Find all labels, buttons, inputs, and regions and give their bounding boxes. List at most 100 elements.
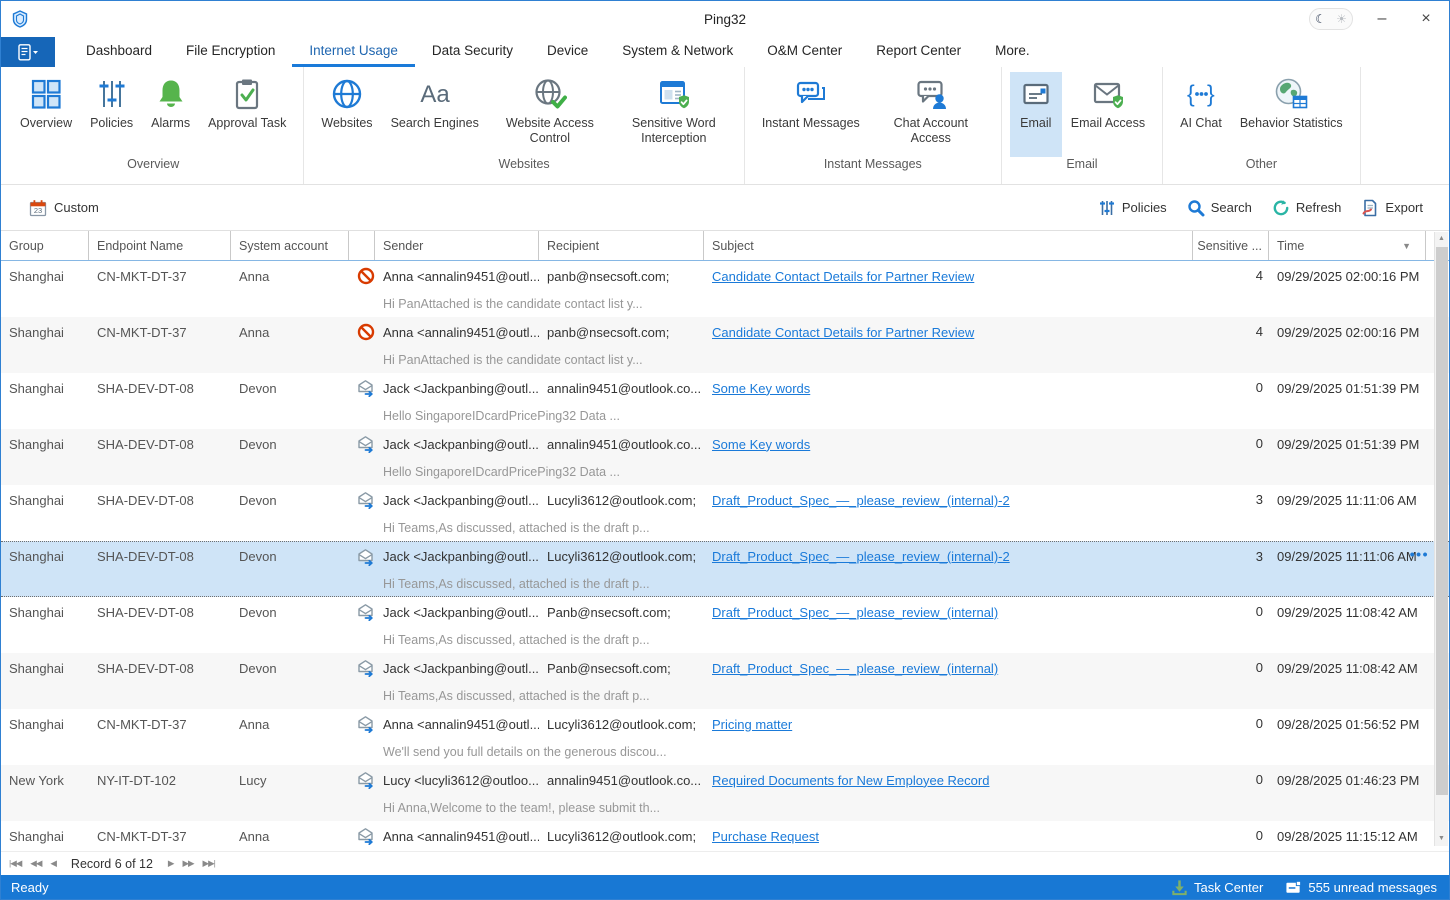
ribbon-button-chat-account-access[interactable]: Chat Account Access — [869, 72, 993, 157]
cell-recipient: Panb@nsecsoft.com; — [539, 597, 704, 627]
vertical-scrollbar[interactable]: ▲ ▼ — [1434, 232, 1448, 846]
tab-data-security[interactable]: Data Security — [415, 37, 530, 67]
table-row[interactable]: Shanghai SHA-DEV-DT-08 Devon Jack <Jackp… — [1, 373, 1449, 429]
cell-group: Shanghai — [1, 653, 89, 683]
ribbon-button-websites[interactable]: Websites — [312, 72, 381, 157]
subject-link[interactable]: Candidate Contact Details for Partner Re… — [712, 269, 974, 284]
cell-system-account: Devon — [231, 429, 349, 459]
column-header-time[interactable]: Time ▼ — [1269, 231, 1426, 260]
table-row[interactable]: Shanghai SHA-DEV-DT-08 Devon Jack <Jackp… — [1, 429, 1449, 485]
tab-report-center[interactable]: Report Center — [859, 37, 978, 67]
toolbar-button-label: Search — [1211, 200, 1252, 215]
ribbon-button-behavior-statistics[interactable]: Behavior Statistics — [1231, 72, 1352, 157]
column-header-group[interactable]: Group — [1, 231, 89, 260]
ribbon-button-label: Sensitive Word Interception — [621, 116, 727, 147]
minimize-button[interactable]: – — [1367, 4, 1397, 34]
column-header-sensitive[interactable]: Sensitive ... — [1193, 231, 1269, 260]
cell-time: 09/29/2025 02:00:16 PM — [1269, 261, 1426, 291]
ribbon-button-website-access-control[interactable]: Website Access Control — [488, 72, 612, 157]
next-record-button[interactable]: ▶ — [168, 858, 174, 869]
magnifier-icon — [1187, 199, 1205, 217]
tab-internet-usage[interactable]: Internet Usage — [292, 37, 415, 67]
moon-icon[interactable]: ☾ — [1315, 12, 1326, 26]
ribbon-button-approval-task[interactable]: Approval Task — [199, 72, 295, 157]
cell-sender: Anna <annalin9451@outl... — [375, 821, 539, 851]
refresh-button[interactable]: Refresh — [1272, 199, 1342, 217]
sent-mail-icon — [349, 429, 375, 459]
column-header-recipient[interactable]: Recipient — [539, 231, 704, 260]
scrollbar-down-icon[interactable]: ▼ — [1435, 832, 1448, 846]
ribbon-button-policies[interactable]: Policies — [81, 72, 142, 157]
title-bar: Ping32 ☾ ☀ – × — [1, 1, 1449, 37]
preview-text: Hi Teams,As discussed, attached is the d… — [383, 633, 650, 647]
subject-link[interactable]: Pricing matter — [712, 717, 792, 732]
export-button[interactable]: Export — [1361, 199, 1423, 217]
table-row[interactable]: Shanghai CN-MKT-DT-37 Anna Anna <annalin… — [1, 821, 1449, 851]
first-record-button[interactable]: |◀◀ — [9, 858, 21, 869]
tab-device[interactable]: Device — [530, 37, 605, 67]
tab-dashboard[interactable]: Dashboard — [69, 37, 169, 67]
table-row[interactable]: Shanghai SHA-DEV-DT-08 Devon Jack <Jackp… — [1, 653, 1449, 709]
task-center-button[interactable]: Task Center — [1171, 879, 1263, 896]
subject-link[interactable]: Some Key words — [712, 381, 810, 396]
ribbon-button-email[interactable]: Email — [1010, 72, 1062, 157]
table-row[interactable]: New York NY-IT-DT-102 Lucy Lucy <lucyli3… — [1, 765, 1449, 821]
scrollbar-thumb[interactable] — [1436, 247, 1448, 795]
policies-button[interactable]: Policies — [1098, 199, 1167, 217]
table-row[interactable]: Shanghai CN-MKT-DT-37 Anna Anna <annalin… — [1, 709, 1449, 765]
sun-icon[interactable]: ☀ — [1336, 12, 1347, 26]
ribbon: Overview Policies Alarms Approval Task O… — [1, 67, 1449, 185]
cell-recipient: panb@nsecsoft.com; — [539, 317, 704, 347]
last-record-button[interactable]: ▶▶| — [203, 858, 215, 869]
table-row[interactable]: Shanghai CN-MKT-DT-37 Anna Anna <annalin… — [1, 317, 1449, 373]
tab-system-network[interactable]: System & Network — [605, 37, 750, 67]
ribbon-button-email-access[interactable]: Email Access — [1062, 72, 1154, 157]
ribbon-button-ai-chat[interactable]: AI Chat — [1171, 72, 1231, 157]
column-header-label: Subject — [712, 239, 754, 253]
tab-o-m-center[interactable]: O&M Center — [750, 37, 859, 67]
ribbon-button-label: Email Access — [1071, 116, 1145, 131]
column-header-endpoint[interactable]: Endpoint Name — [89, 231, 231, 260]
cell-time: 09/29/2025 11:11:06 AM — [1269, 485, 1426, 515]
ribbon-button-search-engines[interactable]: Search Engines — [382, 72, 488, 157]
table-row[interactable]: Shanghai SHA-DEV-DT-08 Devon Jack <Jackp… — [1, 597, 1449, 653]
table-row[interactable]: Shanghai CN-MKT-DT-37 Anna Anna <annalin… — [1, 261, 1449, 317]
ribbon-button-overview[interactable]: Overview — [11, 72, 81, 157]
next-page-button[interactable]: ▶▶ — [182, 858, 193, 869]
cell-sensitive-count: 3 — [1193, 542, 1269, 571]
chat-person-icon — [914, 77, 948, 111]
ribbon-button-instant-messages[interactable]: Instant Messages — [753, 72, 869, 157]
subject-link[interactable]: Required Documents for New Employee Reco… — [712, 773, 989, 788]
app-menu-button[interactable] — [1, 37, 55, 67]
subject-link[interactable]: Draft_Product_Spec_—_please_review_(inte… — [712, 605, 998, 620]
column-header-sender[interactable]: Sender — [375, 231, 539, 260]
table-row[interactable]: Shanghai SHA-DEV-DT-08 Devon Jack <Jackp… — [1, 485, 1449, 541]
column-header-account[interactable]: System account — [231, 231, 349, 260]
subject-link[interactable]: Draft_Product_Spec_—_please_review_(inte… — [712, 549, 1010, 564]
ribbon-button-sensitive-word-interception[interactable]: Sensitive Word Interception — [612, 72, 736, 157]
ribbon-button-alarms[interactable]: Alarms — [142, 72, 199, 157]
tab-more[interactable]: More. — [978, 37, 1047, 67]
tab-file-encryption[interactable]: File Encryption — [169, 37, 292, 67]
unread-messages-button[interactable]: 555 unread messages — [1285, 879, 1437, 896]
close-button[interactable]: × — [1411, 4, 1441, 34]
column-header-icon[interactable] — [349, 231, 375, 260]
subject-link[interactable]: Candidate Contact Details for Partner Re… — [712, 325, 974, 340]
scrollbar-up-icon[interactable]: ▲ — [1435, 232, 1448, 246]
theme-toggle[interactable]: ☾ ☀ — [1309, 8, 1353, 30]
filter-dropdown-icon[interactable]: ▼ — [1402, 241, 1411, 251]
subject-link[interactable]: Draft_Product_Spec_—_please_review_(inte… — [712, 493, 1010, 508]
table-row[interactable]: Shanghai SHA-DEV-DT-08 Devon Jack <Jackp… — [1, 541, 1449, 597]
subject-link[interactable]: Some Key words — [712, 437, 810, 452]
custom-date-filter-button[interactable]: 23 Custom — [29, 199, 99, 217]
search-button[interactable]: Search — [1187, 199, 1252, 217]
prev-page-button[interactable]: ◀◀ — [30, 858, 41, 869]
prev-record-button[interactable]: ◀ — [50, 858, 56, 869]
ribbon-group: Instant Messages Chat Account Access Ins… — [745, 67, 1002, 184]
cell-time: 09/28/2025 11:15:12 AM — [1269, 821, 1426, 851]
row-more-button[interactable]: ••• — [1410, 546, 1429, 562]
column-header-label: Group — [9, 239, 44, 253]
column-header-subject[interactable]: Subject — [704, 231, 1193, 260]
subject-link[interactable]: Draft_Product_Spec_—_please_review_(inte… — [712, 661, 998, 676]
subject-link[interactable]: Purchase Request — [712, 829, 819, 844]
